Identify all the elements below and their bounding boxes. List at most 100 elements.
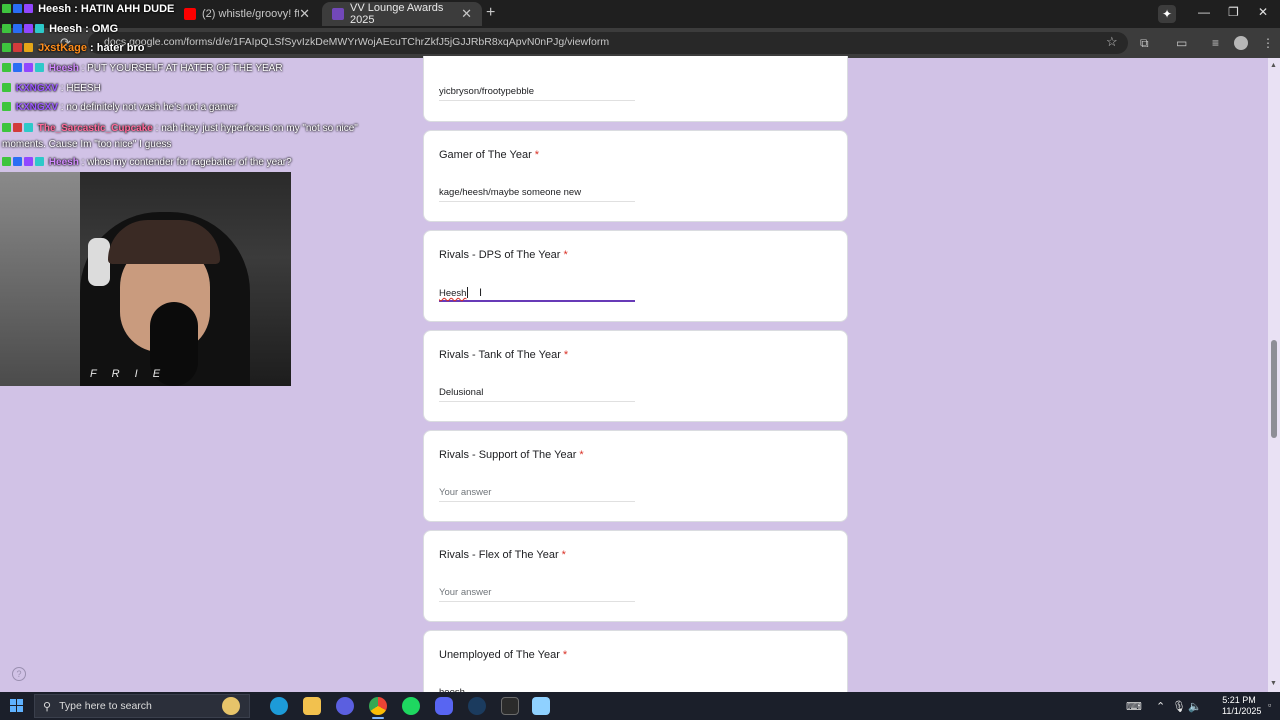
sub-badge-icon [24, 4, 33, 13]
chat-text: : whos my contender for ragebaiter of th… [81, 157, 292, 168]
chat-text: : PUT YOURSELF AT HATER OF THE YEAR [81, 63, 283, 74]
search-placeholder: Type here to search [59, 700, 152, 712]
moderator-badge-icon [2, 4, 11, 13]
chat-text: : no definitely not vash he's not a game… [60, 102, 238, 113]
chat-message: Heesh : HATIN AHH DUDE [2, 3, 174, 16]
gift-badge-icon [24, 123, 33, 132]
maximize-icon[interactable]: ❐ [1228, 5, 1239, 19]
taskbar-search-box[interactable]: ⚲ Type here to search [34, 694, 250, 718]
answer-field[interactable]: heesh [439, 684, 635, 692]
webcam-overlay: F R I E [0, 172, 291, 386]
spotify-icon[interactable] [402, 697, 420, 715]
moderator-badge-icon [2, 157, 11, 166]
browser-tab-bar: (2) whistle/groovy! ft. W Vids C ✕ VV Lo… [0, 0, 1280, 28]
reading-list-icon[interactable]: ≡ [1212, 36, 1219, 50]
windows-taskbar: ⚲ Type here to search ⌨ ⌃ 🎙 🔈 5:21 PM 11… [0, 692, 1280, 720]
answer-field[interactable]: yicbryson/frootypebble [439, 83, 635, 101]
tab-label: (2) whistle/groovy! ft. W Vids C [202, 8, 299, 20]
close-tab-icon[interactable]: ✕ [461, 6, 472, 22]
chat-message: The_Sarcastic_Cupcake : nah they just hy… [2, 121, 392, 153]
browser-address-bar: ← → ⟳ docs.google.com/forms/d/e/1FAIpQLS… [0, 28, 1280, 58]
keyboard-icon[interactable]: ⌨ [1126, 700, 1142, 713]
tab-vv-lounge-awards[interactable]: VV Lounge Awards 2025 ✕ [322, 2, 482, 26]
chat-message: Heesh : whos my contender for ragebaiter… [2, 156, 292, 169]
answer-field[interactable]: Delusional [439, 384, 635, 402]
taskbar-widget-icon[interactable] [222, 697, 240, 715]
baseball-cap [108, 220, 220, 264]
discord-icon[interactable] [435, 697, 453, 715]
question-title: Unemployed of The Year * [439, 649, 568, 661]
extensions-icon[interactable]: ⧉ [1140, 36, 1149, 51]
chat-text: : HATIN AHH DUDE [74, 3, 175, 15]
question-card: Rivals - Tank of The Year * Delusional [423, 330, 848, 422]
headset [88, 238, 110, 286]
notepad-icon[interactable] [532, 697, 550, 715]
file-explorer-icon[interactable] [303, 697, 321, 715]
chat-message: KXNGXV : no definitely not vash he's not… [2, 101, 237, 114]
question-card: Gamer of The Year * kage/heesh/maybe some… [423, 130, 848, 222]
bits-badge-icon [24, 43, 33, 52]
scroll-down-icon[interactable]: ▼ [1270, 680, 1277, 687]
answer-text: Heesh [439, 288, 467, 299]
required-asterisk: * [562, 649, 568, 661]
ai-assistant-icon[interactable]: ✦ [1158, 5, 1176, 23]
gift-badge-icon [35, 24, 44, 33]
clock-date: 11/1/2025 [1222, 706, 1262, 716]
edge-icon[interactable] [270, 697, 288, 715]
required-asterisk: * [579, 449, 584, 461]
required-asterisk: * [563, 249, 568, 261]
answer-field[interactable]: Your answer [439, 584, 635, 602]
mic-icon[interactable]: 🎙 [1172, 700, 1186, 713]
moderator-badge-icon [2, 123, 11, 132]
vpn-icon[interactable] [336, 697, 354, 715]
page-scrollbar[interactable]: ▲ ▼ [1268, 58, 1280, 692]
help-icon[interactable]: ? [12, 667, 26, 681]
sub-badge-icon [13, 123, 22, 132]
new-tab-icon[interactable]: + [486, 4, 495, 22]
scroll-up-icon[interactable]: ▲ [1270, 62, 1277, 69]
question-card-partial: yicbryson/frootypebble [423, 56, 848, 122]
steam-icon[interactable] [468, 697, 486, 715]
split-screen-icon[interactable]: ▭ [1176, 36, 1187, 50]
windows-start-icon[interactable] [10, 699, 24, 713]
gift-badge-icon [35, 157, 44, 166]
url-text[interactable]: docs.google.com/forms/d/e/1FAIpQLSfSyvIz… [104, 36, 609, 48]
notification-icon[interactable]: ▫ [1268, 700, 1271, 710]
sub-badge-icon [24, 63, 33, 72]
required-asterisk: * [563, 349, 569, 361]
question-title: Rivals - DPS of The Year * [439, 249, 568, 261]
bookmark-star-icon[interactable]: ☆ [1106, 34, 1118, 50]
question-title: Rivals - Tank of The Year * [439, 349, 569, 361]
scroll-thumb[interactable] [1271, 340, 1277, 438]
taskbar-clock[interactable]: 5:21 PM 11/1/2025 [1192, 695, 1262, 717]
tray-chevron-up-icon[interactable]: ⌃ [1156, 700, 1165, 713]
chat-username: Heesh [49, 23, 83, 35]
close-window-icon[interactable]: ✕ [1258, 5, 1268, 19]
answer-field[interactable]: Your answer [439, 484, 635, 502]
answer-field-focused[interactable]: Heesh [439, 284, 635, 302]
sub-badge-icon [13, 43, 22, 52]
mouse-ibeam-cursor-icon: I [479, 287, 483, 299]
browser-menu-icon[interactable]: ⋮ [1262, 36, 1274, 50]
minimize-icon[interactable]: — [1198, 5, 1210, 19]
close-tab-icon[interactable]: ✕ [299, 6, 310, 22]
chat-username: Heesh [38, 3, 72, 15]
chat-username: JxstKage [38, 42, 87, 54]
chat-message: JxstKage : hater bro [2, 42, 144, 55]
moderator-badge-icon [2, 43, 11, 52]
verified-badge-icon [13, 157, 22, 166]
answer-field[interactable]: kage/heesh/maybe someone new [439, 184, 635, 202]
youtube-favicon-icon [184, 8, 196, 20]
tab-youtube[interactable]: (2) whistle/groovy! ft. W Vids C ✕ [174, 2, 320, 26]
chrome-icon[interactable] [369, 697, 387, 715]
chat-text: : hater bro [90, 42, 145, 54]
url-omnibox[interactable]: docs.google.com/forms/d/e/1FAIpQLSfSyvIz… [88, 32, 1128, 54]
question-title: Gamer of The Year * [439, 149, 540, 161]
chat-message: Heesh : PUT YOURSELF AT HATER OF THE YEA… [2, 62, 283, 75]
chat-username: The_Sarcastic_Cupcake [37, 123, 153, 134]
tab-label: VV Lounge Awards 2025 [350, 2, 444, 26]
verified-badge-icon [13, 24, 22, 33]
clock-time: 5:21 PM [1222, 695, 1256, 705]
terminal-icon[interactable] [501, 697, 519, 715]
profile-avatar-icon[interactable] [1234, 36, 1248, 50]
